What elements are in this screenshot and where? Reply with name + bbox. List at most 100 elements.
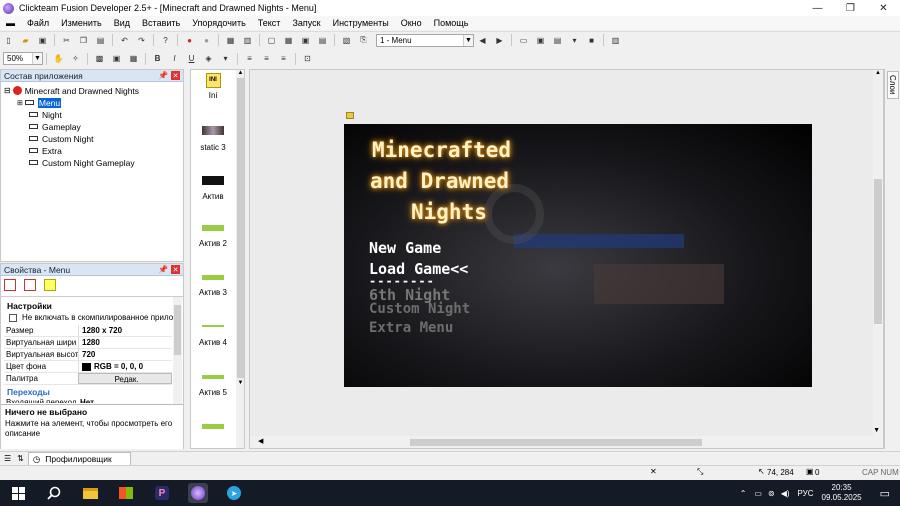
- align-right-icon[interactable]: ≡: [277, 53, 290, 64]
- layout-icon-4[interactable]: ▤: [316, 35, 329, 46]
- properties-tab-icon-1[interactable]: [4, 279, 16, 291]
- menu-insert[interactable]: Вставить: [136, 18, 186, 28]
- exclude-checkbox[interactable]: [9, 313, 17, 322]
- scroll-down-icon[interactable]: ▼: [873, 427, 880, 434]
- editor-horizontal-scrollbar[interactable]: ◀ ▼: [250, 427, 883, 448]
- tree-frame-custom-night[interactable]: Custom Night: [29, 133, 94, 144]
- tool-icon-e[interactable]: ▥: [609, 35, 622, 46]
- hand-icon[interactable]: ✋: [52, 53, 65, 64]
- library-item-active4[interactable]: Актив 4: [191, 325, 235, 347]
- menu-run[interactable]: Запуск: [286, 18, 326, 28]
- search-icon[interactable]: [44, 483, 64, 503]
- layers-side-tab[interactable]: Слои: [886, 71, 899, 99]
- record-icon[interactable]: ●: [200, 35, 213, 46]
- menu-file[interactable]: Файл: [21, 18, 55, 28]
- tool-icon-a[interactable]: ▭: [517, 35, 530, 46]
- tool-icon-c[interactable]: ▤: [551, 35, 564, 46]
- tree-frame-night[interactable]: Night: [29, 109, 62, 120]
- library-item-static3[interactable]: static 3: [191, 126, 235, 152]
- properties-scrollbar[interactable]: [173, 297, 182, 404]
- tray-chevron-icon[interactable]: ⌃: [740, 489, 747, 498]
- frame-canvas[interactable]: Minecrafted and Drawned Nights New Game …: [344, 124, 812, 387]
- expand-icon[interactable]: ⊞: [17, 99, 23, 107]
- open-folder-icon[interactable]: ▰: [19, 35, 32, 46]
- align-center-icon[interactable]: ≡: [260, 53, 273, 64]
- next-frame-icon[interactable]: ▶: [493, 35, 506, 46]
- menu-view[interactable]: Вид: [108, 18, 136, 28]
- zoom-select[interactable]: 50% ▼: [3, 52, 43, 65]
- grid-icon[interactable]: ▩: [93, 53, 106, 64]
- properties-icon[interactable]: ▧: [340, 35, 353, 46]
- dropdown-icon[interactable]: ▾: [219, 53, 232, 64]
- fit-icon[interactable]: ⊡: [301, 53, 314, 64]
- library-item-active2[interactable]: Актив 2: [191, 225, 235, 248]
- layout-icon-3[interactable]: ▣: [299, 35, 312, 46]
- scroll-up-icon[interactable]: ▲: [236, 70, 244, 76]
- tree-frame-menu[interactable]: ⊞ Menu: [17, 97, 62, 108]
- telegram-icon[interactable]: ➤: [224, 483, 244, 503]
- menu-window[interactable]: Окно: [395, 18, 428, 28]
- prop-row-background-color[interactable]: Цвет фона RGB = 0, 0, 0: [4, 361, 172, 373]
- tree-frame-extra[interactable]: Extra: [29, 145, 62, 156]
- new-file-icon[interactable]: ▯: [2, 35, 15, 46]
- bold-icon[interactable]: B: [151, 53, 164, 64]
- menu-system-icon[interactable]: ▬: [0, 18, 21, 28]
- exclude-checkbox-row[interactable]: Не включать в скомпилированное прило: [9, 313, 173, 322]
- collapse-icon[interactable]: ⊟: [4, 86, 11, 95]
- cut-icon[interactable]: ✂: [60, 35, 73, 46]
- color-fill-icon[interactable]: ◈: [202, 53, 215, 64]
- prop-row-virtual-width[interactable]: Виртуальная шири 1280: [4, 337, 172, 349]
- menu-help[interactable]: Помощь: [428, 18, 475, 28]
- profiler-tab[interactable]: ◷ Профилировщик: [27, 452, 131, 465]
- help-icon[interactable]: ?: [159, 35, 172, 46]
- tool-icon-d[interactable]: ■: [585, 35, 598, 46]
- underline-icon[interactable]: U: [185, 53, 198, 64]
- pin-icon[interactable]: 📌: [158, 71, 168, 80]
- clock[interactable]: 20:35 09.05.2025: [822, 483, 862, 503]
- menu-text[interactable]: Текст: [252, 18, 287, 28]
- dropdown-icon[interactable]: ▾: [568, 35, 581, 46]
- minimize-button[interactable]: —: [801, 0, 834, 16]
- windows-start-icon[interactable]: [8, 483, 28, 503]
- copy-icon[interactable]: ❐: [77, 35, 90, 46]
- tree-root[interactable]: ⊟ Minecraft and Drawned Nights: [4, 85, 139, 96]
- italic-icon[interactable]: I: [168, 53, 181, 64]
- library-item-ini[interactable]: INI Ini: [191, 73, 235, 100]
- app-icon-p[interactable]: P: [152, 483, 172, 503]
- redo-icon[interactable]: ↷: [135, 35, 148, 46]
- library-item-active5[interactable]: Актив 5: [191, 375, 235, 397]
- notification-icon[interactable]: ▭: [880, 487, 890, 500]
- battery-icon[interactable]: ▭: [754, 489, 762, 498]
- menu-tools[interactable]: Инструменты: [327, 18, 395, 28]
- language-indicator[interactable]: РУС: [798, 489, 814, 498]
- library-item-active3[interactable]: Актив 3: [191, 275, 235, 297]
- menu-arrange[interactable]: Упорядочить: [186, 18, 252, 28]
- paste-icon[interactable]: ▤: [94, 35, 107, 46]
- properties-tab-icon-3[interactable]: [44, 279, 56, 291]
- properties-tab-icon-2[interactable]: [24, 279, 36, 291]
- frame-editor-icon[interactable]: ▥: [241, 35, 254, 46]
- list-icon[interactable]: ☰: [4, 454, 11, 463]
- magic-icon[interactable]: ✧: [69, 53, 82, 64]
- network-icon[interactable]: ⊚: [768, 489, 775, 498]
- file-explorer-icon[interactable]: [80, 483, 100, 503]
- menu-edit[interactable]: Изменить: [55, 18, 108, 28]
- close-icon[interactable]: ✕: [171, 71, 180, 80]
- sort-icon[interactable]: ⇅: [17, 454, 24, 463]
- undo-icon[interactable]: ↶: [118, 35, 131, 46]
- editor-vertical-scrollbar[interactable]: ▲: [873, 70, 883, 436]
- menu-item-custom-night[interactable]: Custom Night: [369, 301, 470, 317]
- tree-frame-gameplay[interactable]: Gameplay: [29, 121, 81, 132]
- tool-icon-b[interactable]: ▣: [534, 35, 547, 46]
- pin-icon[interactable]: 📌: [158, 265, 168, 274]
- prop-row-palette[interactable]: Палитра Редак.: [4, 373, 172, 385]
- library-item-partial[interactable]: [191, 424, 235, 433]
- palette-edit-button[interactable]: Редак.: [78, 373, 172, 384]
- prop-row-size[interactable]: Размер 1280 x 720: [4, 325, 172, 337]
- maximize-button[interactable]: ❐: [834, 0, 867, 16]
- prop-row-virtual-height[interactable]: Виртуальная высот 720: [4, 349, 172, 361]
- ini-object-icon[interactable]: [346, 112, 354, 119]
- prop-row-transition[interactable]: Входящий переход Нет: [4, 398, 172, 403]
- store-icon[interactable]: [116, 483, 136, 503]
- library-scrollbar[interactable]: ▲ ▼: [236, 70, 244, 448]
